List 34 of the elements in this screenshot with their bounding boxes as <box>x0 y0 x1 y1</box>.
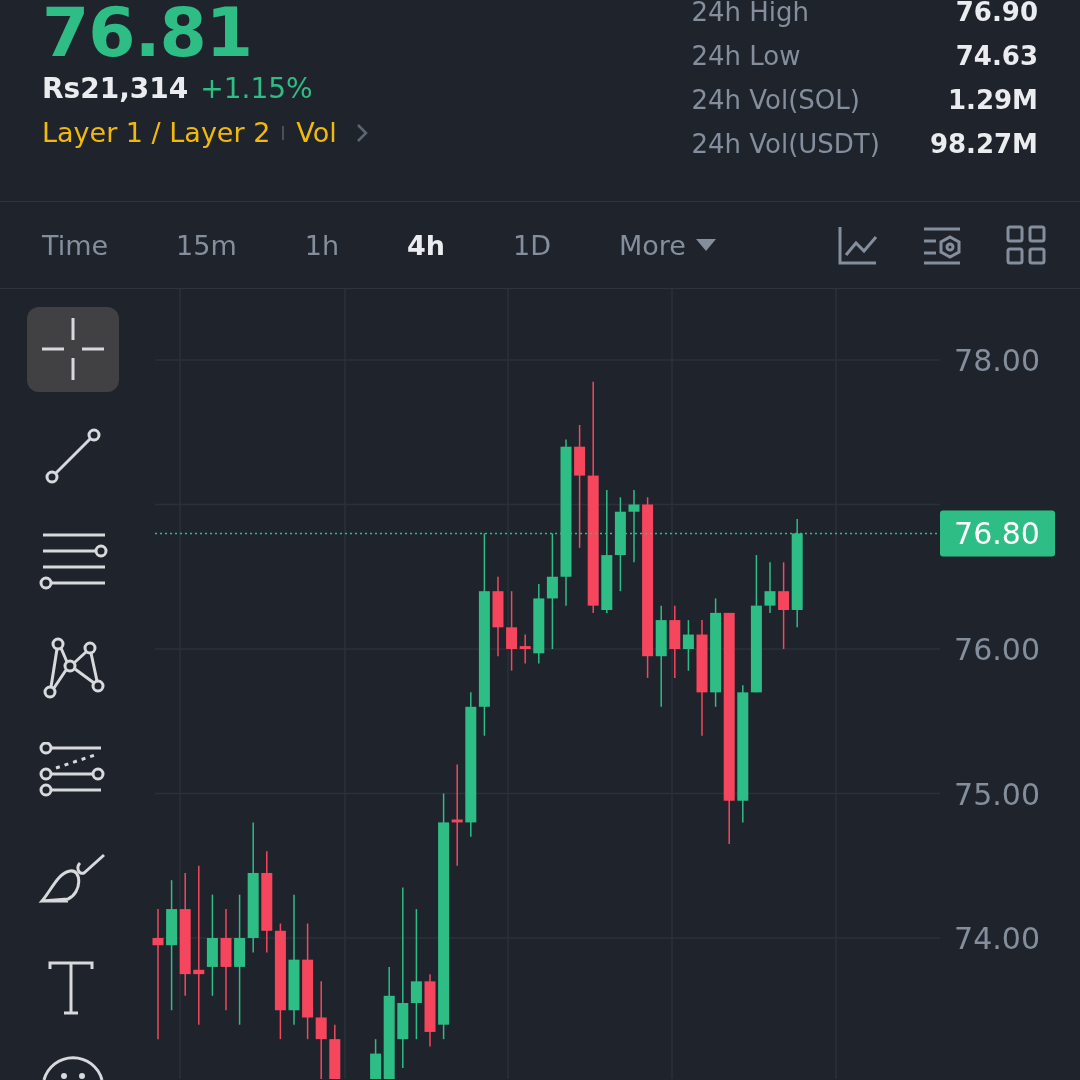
stat-label: 24h Vol(SOL) <box>691 84 861 117</box>
drawing-tool[interactable] <box>26 307 119 392</box>
stat-label: 24h Low <box>691 40 802 73</box>
candlestick <box>764 561 776 614</box>
candlestick <box>329 1023 341 1079</box>
price-axis-label: 75.00 <box>954 776 1040 812</box>
last-price-tag: 76.80 <box>940 510 1055 557</box>
caret-down-icon <box>695 239 716 251</box>
price-axis-label: 78.00 <box>954 343 1040 378</box>
stat-label: 24h High <box>691 0 810 29</box>
interval-tab[interactable]: 4h <box>407 229 446 261</box>
candlestick <box>682 619 694 672</box>
price-axis-label: 76.00 <box>954 632 1040 667</box>
category-tag[interactable]: Layer 1 / Layer 2 <box>42 117 271 148</box>
stat-value: 74.63 <box>954 40 1038 73</box>
interval-tab[interactable]: 1D <box>513 229 552 261</box>
interval-tab[interactable]: 1h <box>304 229 340 261</box>
price-change: +1.15% <box>200 72 313 105</box>
chevron-right-icon <box>354 121 369 144</box>
interval-tab[interactable]: Time <box>42 229 109 261</box>
category-tag[interactable]: Vol <box>296 117 337 148</box>
grid-layout-icon[interactable] <box>1006 225 1046 265</box>
stat-value: 1.29M <box>946 84 1038 117</box>
stat-value: 98.27M <box>929 128 1038 161</box>
price-axis-label: 74.00 <box>954 921 1040 956</box>
fiat-price: Rs21,314 <box>42 72 189 105</box>
stat-value: 76.90 <box>954 0 1038 29</box>
interval-tab[interactable]: 15m <box>176 229 237 261</box>
line-chart-icon[interactable] <box>838 225 878 265</box>
interval-tab[interactable]: More <box>619 229 716 261</box>
crosshair-icon <box>39 316 106 383</box>
indicator-settings-icon[interactable] <box>922 225 962 265</box>
stat-label: 24h Vol(USDT) <box>691 128 880 161</box>
last-price: 76.81 <box>42 0 254 66</box>
